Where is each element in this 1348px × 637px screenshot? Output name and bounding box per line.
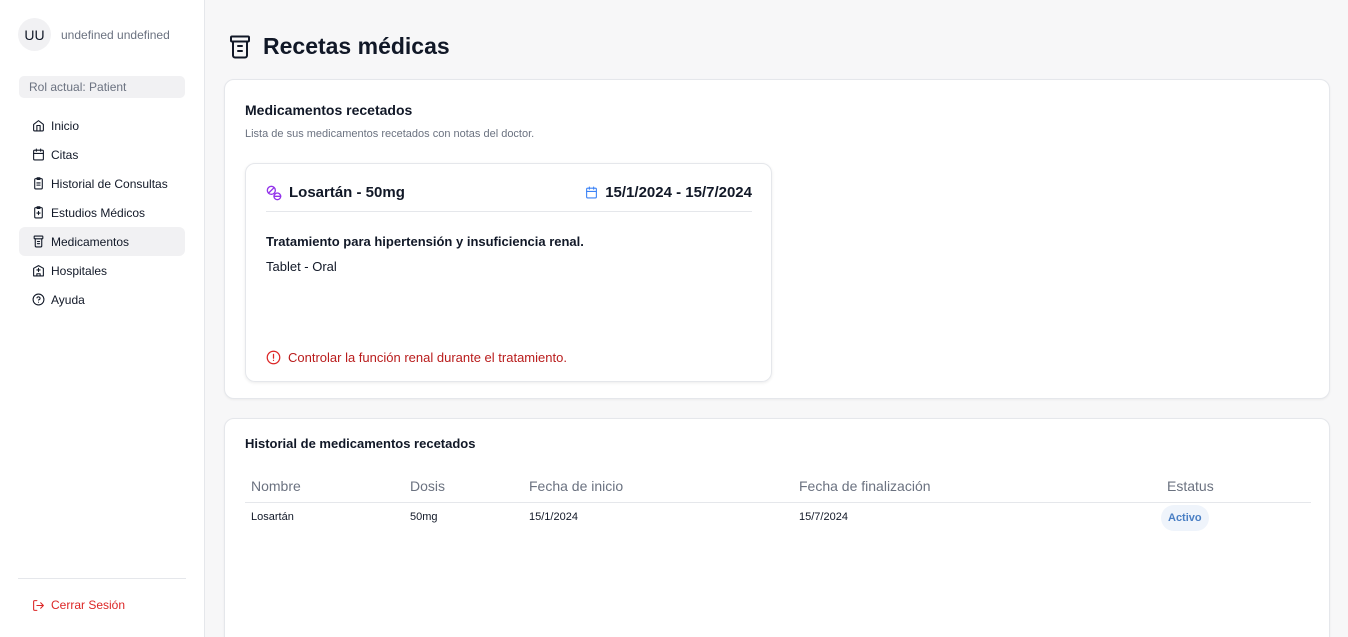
sidebar-item-inicio[interactable]: Inicio	[19, 111, 185, 140]
column-header-status[interactable]: Estatus	[1167, 478, 1214, 494]
hospital-icon	[33, 265, 44, 277]
cell-dose: 50mg	[410, 511, 438, 523]
clipboard-plus-icon	[34, 206, 43, 219]
prescribed-title: Medicamentos recetados	[245, 102, 413, 118]
sidebar-item-label: Historial de Consultas	[51, 176, 168, 191]
history-title: Historial de medicamentos recetados	[245, 436, 476, 451]
clipboard-icon	[34, 177, 43, 190]
medication-dates: 15/1/2024 - 15/7/2024	[585, 184, 752, 201]
table-header: Nombre Dosis Fecha de inicio Fecha de fi…	[245, 471, 1311, 503]
history-table: Nombre Dosis Fecha de inicio Fecha de fi…	[245, 471, 1311, 533]
calendar-icon	[33, 148, 44, 161]
medication-warning: Controlar la función renal durante el tr…	[266, 350, 567, 365]
column-header-end-date[interactable]: Fecha de finalización	[799, 478, 931, 494]
cell-end-date: 15/7/2024	[799, 511, 848, 523]
role-badge: Rol actual: Patient	[19, 76, 185, 98]
pill-bottle-icon	[33, 235, 44, 248]
table-row[interactable]: Losartán 50mg 15/1/2024 15/7/2024 Activo	[245, 503, 1311, 533]
column-header-name[interactable]: Nombre	[251, 478, 301, 494]
sidebar-item-historial[interactable]: Historial de Consultas	[19, 169, 185, 198]
sidebar-item-hospitales[interactable]: Hospitales	[19, 256, 185, 285]
prescribed-description: Lista de sus medicamentos recetados con …	[245, 128, 535, 140]
sidebar-item-label: Medicamentos	[51, 234, 130, 249]
medication-name-text: Losartán - 50mg	[289, 184, 405, 201]
page-title: Recetas médicas	[229, 33, 450, 60]
sidebar-item-ayuda[interactable]: Ayuda	[19, 285, 185, 314]
sidebar: UU undefined undefined Rol actual: Patie…	[0, 0, 205, 637]
sidebar-item-label: Estudios Médicos	[51, 205, 146, 220]
medication-header: Losartán - 50mg 15/1/2024 - 15/7/2024	[266, 184, 752, 212]
user-profile[interactable]: UU undefined undefined	[18, 18, 170, 51]
sidebar-divider	[18, 578, 186, 579]
sidebar-nav: Inicio Citas Historial de Consultas Estu…	[19, 111, 185, 314]
page-title-text: Recetas médicas	[263, 33, 450, 59]
prescribed-medications-card: Medicamentos recetados Lista de sus medi…	[224, 79, 1330, 399]
user-name: undefined undefined	[61, 27, 170, 42]
medication-treatment: Tratamiento para hipertensión y insufici…	[266, 234, 584, 249]
medication-name: Losartán - 50mg	[266, 184, 405, 201]
sidebar-item-citas[interactable]: Citas	[19, 140, 185, 169]
medication-warning-text: Controlar la función renal durante el tr…	[288, 350, 567, 365]
sidebar-item-estudios[interactable]: Estudios Médicos	[19, 198, 185, 227]
logout-label: Cerrar Sesión	[51, 598, 126, 612]
sidebar-item-label: Hospitales	[51, 263, 108, 278]
logout-button[interactable]: Cerrar Sesión	[32, 598, 125, 612]
medication-form: Tablet - Oral	[266, 259, 337, 274]
sidebar-item-label: Citas	[51, 147, 79, 162]
alert-circle-icon	[266, 350, 281, 365]
sidebar-item-label: Ayuda	[51, 292, 85, 307]
column-header-start-date[interactable]: Fecha de inicio	[529, 478, 623, 494]
calendar-icon	[586, 186, 598, 199]
cell-name: Losartán	[251, 511, 294, 523]
pill-bottle-icon	[230, 35, 250, 58]
medication-card[interactable]: Losartán - 50mg 15/1/2024 - 15/7/2024 Tr…	[245, 163, 772, 382]
medication-history-card: Historial de medicamentos recetados Nomb…	[224, 418, 1330, 637]
status-badge: Activo	[1161, 505, 1209, 531]
column-header-dose[interactable]: Dosis	[410, 478, 445, 494]
help-circle-icon	[32, 293, 45, 306]
cell-start-date: 15/1/2024	[529, 511, 578, 523]
avatar: UU	[18, 18, 51, 51]
home-icon	[33, 120, 44, 132]
medication-dates-text: 15/1/2024 - 15/7/2024	[605, 184, 752, 201]
pill-icon	[266, 185, 282, 200]
logout-icon	[33, 599, 44, 611]
sidebar-item-medicamentos[interactable]: Medicamentos	[19, 227, 185, 256]
sidebar-item-label: Inicio	[51, 118, 80, 133]
